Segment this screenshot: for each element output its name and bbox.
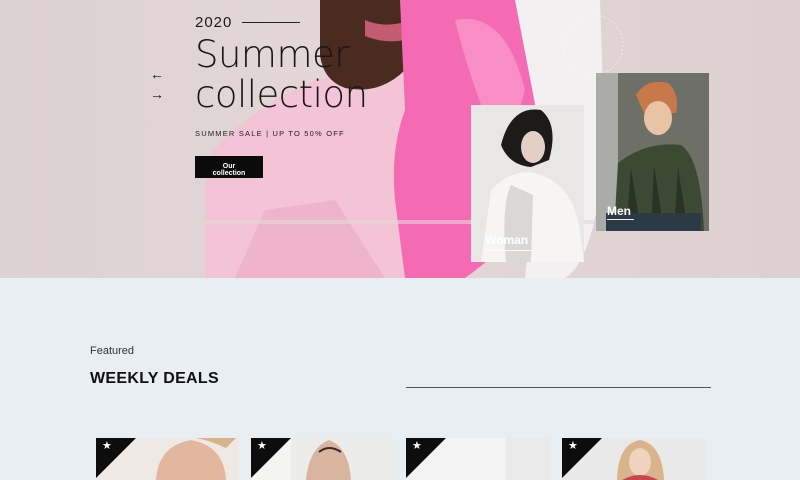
category-card-woman[interactable]: Woman xyxy=(471,105,584,262)
hero-banner: 2020 Summer collection SUMMER SALE | UP … xyxy=(0,0,800,278)
category-label-woman: Woman xyxy=(485,233,529,247)
product-card[interactable]: ★ xyxy=(406,438,549,480)
hero-year: 2020 xyxy=(195,14,233,31)
our-collection-button[interactable]: Our collection xyxy=(195,156,263,178)
year-divider xyxy=(242,22,301,23)
category-card-men[interactable]: Men xyxy=(596,73,709,231)
woman-label-underline xyxy=(485,250,531,251)
star-icon: ★ xyxy=(257,440,267,452)
year-row: 2020 xyxy=(195,14,368,31)
product-card[interactable]: ★ xyxy=(96,438,239,480)
product-card[interactable]: ★ xyxy=(562,438,705,480)
deals-divider xyxy=(406,387,711,388)
men-label-underline xyxy=(607,219,634,220)
star-icon: ★ xyxy=(412,440,422,452)
weekly-deals-title: WEEKLY DEALS xyxy=(90,370,219,387)
category-label-men: Men xyxy=(607,204,631,218)
headline-line-1: Summer xyxy=(195,33,349,76)
hero-text-block: 2020 Summer collection SUMMER SALE | UP … xyxy=(195,14,368,180)
star-icon: ★ xyxy=(568,440,578,452)
hero-sale-text: SUMMER SALE | UP TO 50% OFF xyxy=(195,129,345,138)
featured-eyebrow: Featured xyxy=(90,345,135,357)
arrow-left-icon[interactable]: ← xyxy=(150,67,164,81)
star-icon: ★ xyxy=(102,440,112,452)
product-card[interactable]: ★ xyxy=(251,438,394,480)
hero-headline: Summer collection xyxy=(195,35,368,115)
headline-line-2: collection xyxy=(195,73,368,116)
arrow-right-icon[interactable]: → xyxy=(150,87,164,101)
